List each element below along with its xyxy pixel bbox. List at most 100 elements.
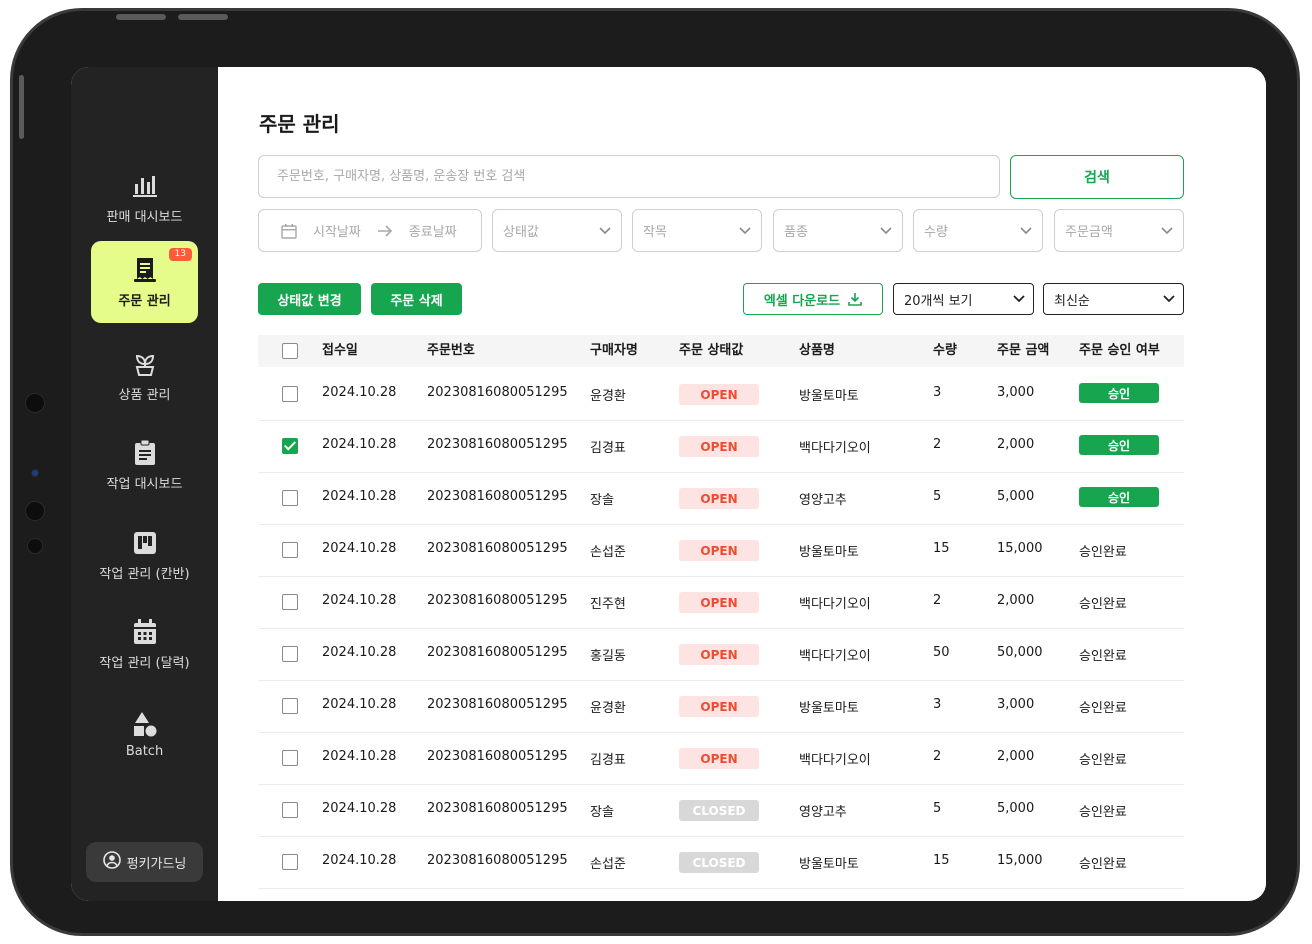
row-checkbox[interactable]	[282, 386, 298, 402]
column-header-approval: 주문 승인 여부	[1079, 343, 1160, 358]
sidebar: 판매 대시보드 13 주문 관리 상품 관리 작업 대시보드 작업 관리 (칸반…	[71, 67, 218, 901]
cell-product: 백다다기오이	[799, 441, 871, 456]
approve-button[interactable]: 승인	[1079, 383, 1159, 403]
chevron-down-icon	[1013, 295, 1025, 303]
shapes-icon	[131, 710, 159, 738]
cell-qty: 3	[933, 385, 942, 400]
cell-order-no: 20230816080051295	[427, 697, 568, 712]
approve-button[interactable]: 승인	[1079, 487, 1159, 507]
sidebar-item-batch[interactable]: Batch	[91, 693, 198, 775]
change-status-button[interactable]: 상태값 변경	[258, 283, 361, 315]
cell-product: 방울토마토	[799, 857, 859, 872]
filter-label: 주문금액	[1065, 225, 1113, 240]
cell-approval: 승인완료	[1079, 597, 1127, 612]
row-checkbox[interactable]	[282, 594, 298, 610]
sidebar-item-product-management[interactable]: 상품 관리	[91, 335, 198, 417]
page-title: 주문 관리	[259, 112, 340, 136]
cell-date: 2024.10.28	[322, 645, 397, 660]
row-checkbox[interactable]	[282, 750, 298, 766]
chevron-down-icon	[1161, 226, 1173, 234]
cell-approval: 승인완료	[1079, 805, 1127, 820]
select-all-checkbox[interactable]	[282, 343, 298, 359]
sidebar-item-work-dashboard[interactable]: 작업 대시보드	[91, 424, 198, 506]
filter-label: 수량	[924, 225, 948, 240]
sidebar-item-sales-dashboard[interactable]: 판매 대시보드	[91, 157, 198, 239]
search-button[interactable]: 검색	[1010, 155, 1184, 199]
row-checkbox[interactable]	[282, 542, 298, 558]
table-row: 2024.10.28 20230816080051295 장솔 CLOSED 영양고추 5…	[258, 784, 1184, 837]
crop-filter-select[interactable]: 작목	[632, 209, 762, 252]
chevron-down-icon	[599, 226, 611, 234]
status-badge: OPEN	[679, 592, 759, 613]
filter-label: 상태값	[503, 225, 539, 240]
status-badge: CLOSED	[679, 800, 759, 821]
date-range-picker[interactable]: 시작날짜 종료날짜	[258, 209, 482, 252]
calendar-icon	[131, 618, 159, 646]
cell-order-no: 20230816080051295	[427, 385, 568, 400]
sidebar-item-label: 상품 관리	[118, 387, 171, 403]
table-row: 2024.10.28 20230816080051295 김경표 OPEN 백다다기오이…	[258, 420, 1184, 473]
filter-label: 품종	[784, 225, 808, 240]
approve-button[interactable]: 승인	[1079, 435, 1159, 455]
amount-filter-select[interactable]: 주문금액	[1054, 209, 1184, 252]
row-checkbox[interactable]	[282, 854, 298, 870]
status-badge: OPEN	[679, 436, 759, 457]
cell-amount: 5,000	[997, 489, 1035, 504]
cell-qty: 15	[933, 853, 950, 868]
sidebar-item-order-management[interactable]: 13 주문 관리	[91, 241, 198, 323]
table-row: 2024.10.28 20230816080051295 홍길동 OPEN 백다다기오이…	[258, 628, 1184, 681]
cell-order-no: 20230816080051295	[427, 541, 568, 556]
sidebar-item-work-calendar[interactable]: 작업 관리 (달력)	[91, 603, 198, 685]
status-badge: OPEN	[679, 384, 759, 405]
user-profile-button[interactable]: 펑키가드닝	[86, 842, 203, 882]
cell-order-no: 20230816080051295	[427, 437, 568, 452]
sidebar-item-work-kanban[interactable]: 작업 관리 (칸반)	[91, 514, 198, 596]
quantity-filter-select[interactable]: 수량	[913, 209, 1043, 252]
cell-buyer: 장솔	[590, 493, 614, 508]
tablet-frame: 판매 대시보드 13 주문 관리 상품 관리 작업 대시보드 작업 관리 (칸반…	[10, 8, 1300, 936]
date-start-field[interactable]: 시작날짜	[313, 221, 361, 240]
status-badge: OPEN	[679, 696, 759, 717]
row-checkbox[interactable]	[282, 646, 298, 662]
row-checkbox[interactable]	[282, 698, 298, 714]
cell-approval: 승인완료	[1079, 857, 1127, 872]
row-checkbox[interactable]	[282, 438, 298, 454]
receipt-icon	[131, 256, 159, 284]
cell-date: 2024.10.28	[322, 749, 397, 764]
cell-date: 2024.10.28	[322, 593, 397, 608]
date-end-field[interactable]: 종료날짜	[409, 221, 457, 240]
row-checkbox[interactable]	[282, 802, 298, 818]
cell-buyer: 김경표	[590, 441, 626, 456]
camera-lens	[25, 501, 45, 521]
table-row: 2024.10.28 20230816080051295 진주현 OPEN 백다다기오이…	[258, 576, 1184, 629]
cell-order-no: 20230816080051295	[427, 801, 568, 816]
delete-order-button[interactable]: 주문 삭제	[371, 283, 462, 315]
sidebar-item-label: 작업 관리 (칸반)	[99, 566, 190, 582]
cell-buyer: 손섭준	[590, 545, 626, 560]
cell-order-no: 20230816080051295	[427, 749, 568, 764]
notification-badge: 13	[168, 248, 192, 261]
cell-date: 2024.10.28	[322, 385, 397, 400]
cell-product: 백다다기오이	[799, 753, 871, 768]
cell-order-no: 20230816080051295	[427, 593, 568, 608]
search-input[interactable]	[258, 155, 1000, 198]
row-checkbox[interactable]	[282, 490, 298, 506]
cell-buyer: 손섭준	[590, 857, 626, 872]
status-filter-select[interactable]: 상태값	[492, 209, 622, 252]
status-badge: OPEN	[679, 644, 759, 665]
table-header: 접수일 주문번호 구매자명 주문 상태값 상품명 수량 주문 금액 주문 승인 …	[258, 335, 1184, 367]
column-header-order-no: 주문번호	[427, 343, 475, 358]
variety-filter-select[interactable]: 품종	[773, 209, 903, 252]
page-size-value: 20개씩 보기	[904, 293, 973, 309]
plant-pot-icon	[131, 350, 159, 378]
cell-approval: 승인완료	[1079, 753, 1127, 768]
page-size-select[interactable]: 20개씩 보기	[893, 283, 1034, 315]
main-content: 주문 관리 검색 시작날짜 종료날짜 상태값 작목	[218, 67, 1266, 901]
cell-qty: 15	[933, 541, 950, 556]
sidebar-item-label: 작업 대시보드	[106, 476, 183, 492]
sort-select[interactable]: 최신순	[1043, 283, 1184, 315]
cell-qty: 2	[933, 437, 942, 452]
tablet-top-button	[116, 14, 166, 20]
cell-order-no: 20230816080051295	[427, 489, 568, 504]
excel-download-button[interactable]: 엑셀 다운로드	[743, 283, 883, 315]
